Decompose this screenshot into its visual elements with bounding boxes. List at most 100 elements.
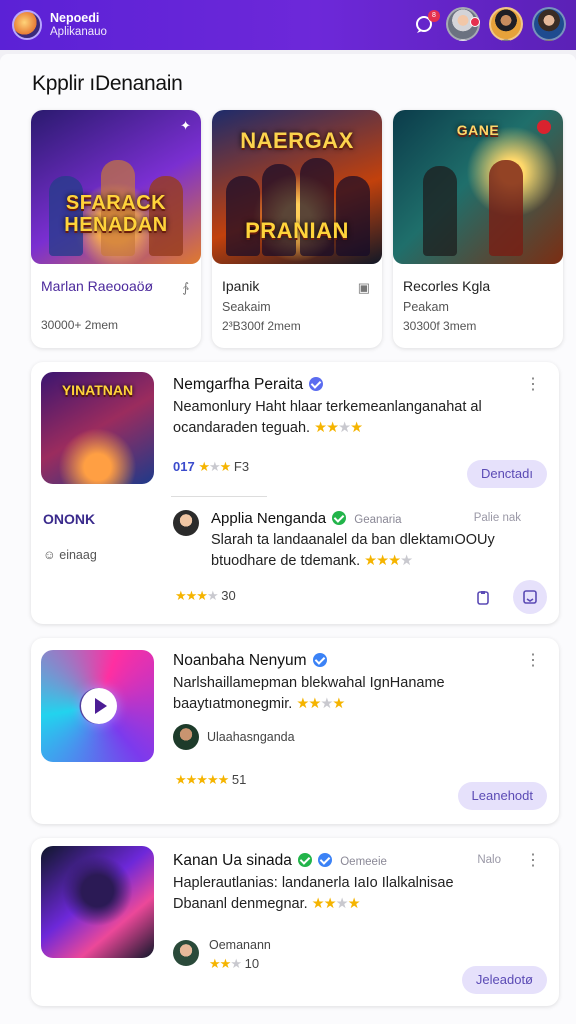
card-meta: 30000+ 2mem	[41, 318, 119, 332]
download-button[interactable]: Denctadı	[466, 460, 547, 488]
save-icon	[523, 590, 537, 604]
game-art: GANE	[393, 110, 563, 264]
star-rating: ★★★★	[311, 896, 361, 912]
app-title-text: Noanbaha Nenyum	[173, 652, 307, 669]
rating-value: 10	[244, 956, 260, 971]
play-icon	[81, 688, 117, 724]
status-dot	[470, 17, 480, 27]
reply-avatar[interactable]	[173, 510, 199, 536]
app-tag-right: Nalo	[477, 854, 501, 866]
featured-card-1[interactable]: SFARACK HENADAN ✦ Marlan Raeooaöø ∱ 3000…	[31, 110, 201, 348]
app-tag: Oemeeie	[340, 856, 387, 868]
list-card-2[interactable]: Noanbaha Nenyum ⋮ Narlshaillamepman blek…	[31, 638, 559, 824]
verified-icon	[332, 511, 347, 525]
app-title-text: Kanan Ua sinada	[173, 852, 292, 869]
app-thumbnail[interactable]	[41, 846, 154, 958]
more-options-icon[interactable]: ⋮	[525, 853, 541, 869]
notifications-button[interactable]: 8	[411, 10, 440, 37]
clipboard-button[interactable]	[467, 582, 499, 614]
list-card-3[interactable]: Kanan Ua sinada Oemeeie Nalo ⋮ Hapleraut…	[31, 838, 559, 1006]
app-title: Nemgarfha Peraita	[173, 376, 324, 394]
desc-line-2: ocandaraden teguah.	[173, 420, 311, 436]
rating-value: 51	[231, 772, 247, 787]
star-rating: ★★★★	[296, 696, 345, 712]
star-rating: ★★★	[209, 956, 242, 971]
art-title-top: NAERGAX	[240, 128, 354, 153]
reply-rating-row: ★★★★ 30	[175, 588, 236, 604]
avatar-user-3[interactable]	[532, 7, 566, 41]
featured-card-3[interactable]: GANE Recorles Kgla Peakam 30300f 3mem	[393, 110, 563, 348]
top-app-bar: Nepoedi Aplikanauo 8	[0, 0, 576, 50]
brand-line-1: Nepoedi	[50, 11, 100, 25]
star-rating: ★★★★	[175, 588, 219, 603]
divider	[171, 496, 267, 497]
save-button[interactable]	[513, 580, 547, 614]
card-title: Recorles Kgla	[403, 278, 491, 294]
avatar-user-1[interactable]	[446, 7, 480, 41]
reply-author-text: Applia Nenganda	[211, 510, 327, 527]
favorite-icon[interactable]: ✦	[180, 118, 191, 134]
top-actions: 8	[411, 7, 566, 41]
thumb-title: YINATNAN	[61, 382, 134, 398]
reply-rating-value: 30	[221, 588, 236, 603]
notification-badge: 8	[428, 10, 440, 22]
star-rating: ★★★	[198, 459, 231, 474]
section-title: Kpplir ıDenanain	[32, 72, 183, 95]
download-button[interactable]: Jeleadotø	[461, 966, 547, 994]
verified-icon	[317, 853, 332, 867]
app-description: Haplerautlanias: landanerla IaIo Ilalkal…	[173, 873, 454, 915]
reply-tag-right: Palie nak	[473, 512, 521, 524]
app-thumbnail[interactable]: YINATNAN	[41, 372, 154, 484]
card-meta: 30300f 3mem	[403, 319, 477, 333]
list-card-1[interactable]: YINATNAN Nemgarfha Peraita ⋮ Neamonlury …	[31, 362, 559, 624]
desc-line-1: Neamonlury Haht hlaar terkemeanlanganaha…	[173, 399, 482, 415]
verified-icon	[297, 853, 312, 867]
desc-line-2: baaytıatmonegmir.	[173, 696, 293, 712]
card-title: Ipanik	[222, 278, 260, 294]
desc-line-1: Haplerautlanias: landanerla IaIo Ilalkal…	[173, 875, 454, 891]
reply-author: Applia Nenganda Geanaria	[211, 510, 402, 527]
rating-row: ★★★ 10	[209, 956, 259, 972]
game-art: NAERGAX PRANIAN	[212, 110, 382, 264]
desc-line-2: Dbananl denmegnar.	[173, 896, 308, 912]
brand: Nepoedi Aplikanauo	[50, 11, 107, 39]
app-description: Neamonlury Haht hlaar terkemeanlanganaha…	[173, 397, 482, 439]
game-art: SFARACK HENADAN ✦	[31, 110, 201, 264]
bookmark-icon[interactable]: ▣	[358, 280, 370, 296]
reply-line-2: btuodhare de tdemank.	[211, 553, 361, 569]
app-thumbnail[interactable]	[41, 650, 154, 762]
card-title: Marlan Raeooaöø	[41, 278, 154, 294]
brand-line-2: Aplikanauo	[50, 26, 107, 38]
featured-card-2[interactable]: NAERGAX PRANIAN Ipanik Seakaim ▣ 2³B300f…	[212, 110, 382, 348]
art-title-bottom: PRANIAN	[245, 218, 349, 243]
star-rating: ★★★★	[364, 553, 413, 569]
share-icon[interactable]: ∱	[182, 280, 189, 296]
verified-icon	[312, 653, 327, 667]
card-meta: 2³B300f 2mem	[222, 319, 301, 333]
art-title-bottom: HENADAN	[64, 214, 168, 236]
more-options-icon[interactable]: ⋮	[525, 653, 541, 669]
card-subtitle: Seakaim	[222, 300, 271, 314]
app-title: Kanan Ua sinada Oemeeie	[173, 852, 387, 870]
clipboard-icon	[477, 591, 489, 605]
download-button[interactable]: Leanehodt	[457, 782, 547, 810]
star-rating: ★★★★	[314, 420, 363, 436]
side-label: ONONK	[43, 511, 96, 527]
author-avatar[interactable]	[173, 724, 199, 750]
rating-value: F3	[233, 459, 250, 474]
more-options-icon[interactable]: ⋮	[525, 377, 541, 393]
star-rating: ★★★★★	[175, 772, 229, 787]
desc-line-1: Narlshaillamepman blekwahal IgnHaname	[173, 675, 445, 691]
app-title-text: Nemgarfha Peraita	[173, 376, 304, 393]
author-avatar[interactable]	[173, 940, 199, 966]
reply-tag: Geanaria	[354, 514, 402, 526]
rating-row: ★★★★★ 51	[175, 772, 246, 788]
app-logo[interactable]	[12, 10, 42, 40]
app-title: Noanbaha Nenyum	[173, 652, 327, 670]
side-meta-text: einaag	[59, 548, 97, 562]
reply-line-1: Slarah ta landaanalel da ban dlektamıOOU…	[211, 532, 495, 548]
app-description: Narlshaillamepman blekwahal IgnHaname ba…	[173, 673, 445, 715]
avatar-user-2[interactable]	[489, 7, 523, 41]
side-meta: ☺ einaag	[43, 548, 97, 562]
author-name: Ulaahasnganda	[207, 730, 295, 744]
